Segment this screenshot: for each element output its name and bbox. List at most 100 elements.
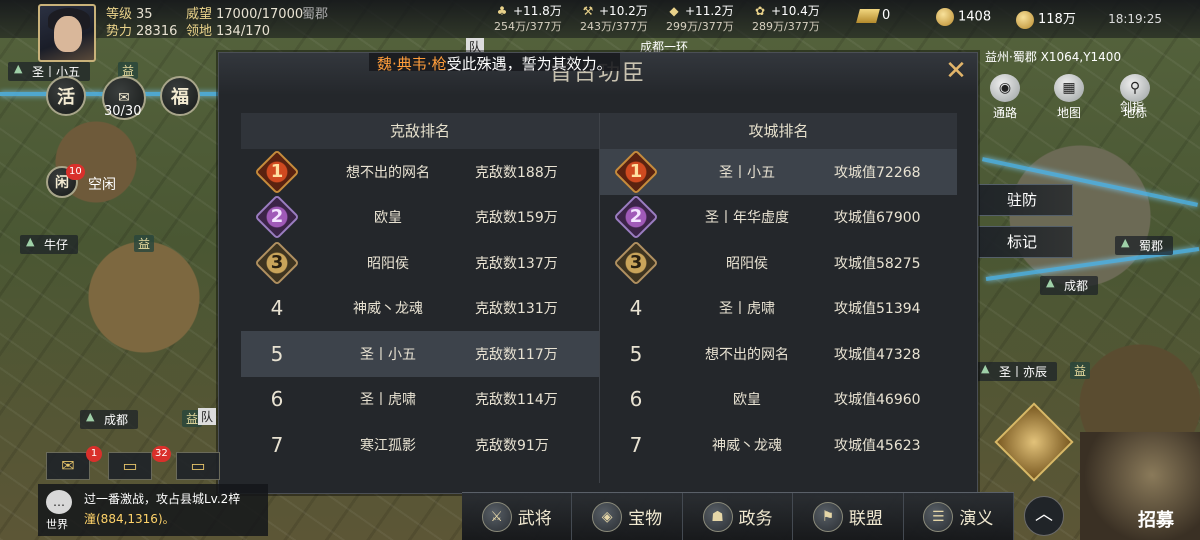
close-icon[interactable]: ✕	[943, 58, 969, 85]
map-label-niuzai[interactable]: 牛仔	[20, 235, 79, 254]
treasure-icon: ◈	[592, 501, 623, 532]
player-name[interactable]: 想不出的网名	[672, 344, 822, 364]
ranking-row[interactable]: 2 圣丨年华虚度 攻城值67900	[600, 194, 957, 241]
player-name[interactable]: 圣丨小五	[672, 162, 822, 182]
nav-general-button[interactable]: ⚔ 武将	[462, 493, 573, 540]
nav-label: 武将	[517, 509, 552, 529]
event-huo-button[interactable]: 活	[46, 76, 86, 116]
score-value: 攻城值46960	[834, 392, 921, 409]
rank-number: 7	[629, 432, 643, 457]
rank-number: 6	[270, 387, 284, 412]
player-power: 势力 28316	[106, 24, 178, 39]
route-button[interactable]: ◉ 通路	[984, 74, 1026, 120]
map-label-player[interactable]: 圣丨小五	[8, 62, 91, 81]
player-name[interactable]: 欧皇	[313, 207, 463, 227]
ranking-row[interactable]: 5 圣丨小五 克敌数117万	[241, 331, 599, 377]
rank-cell: 1	[600, 149, 672, 195]
score-value: 攻城值47328	[834, 346, 921, 363]
player-avatar[interactable]	[38, 4, 96, 62]
resource-iron[interactable]: ⚒ +10.2万 243万/377万	[580, 2, 648, 33]
mail-button[interactable]: ✉	[46, 452, 90, 480]
nav-alliance-button[interactable]: ⚑ 联盟	[793, 493, 904, 540]
affairs-icon: ☗	[702, 501, 733, 532]
ranking-row[interactable]: 6 圣丨虎啸 克敌数114万	[241, 377, 599, 423]
rank-cell: 7	[600, 433, 672, 457]
chat-channel: 世界	[46, 518, 68, 531]
score-value: 克敌数117万	[475, 346, 558, 363]
siege-ranking-header: 攻城排名	[600, 113, 957, 149]
player-name[interactable]: 神威丶龙魂	[672, 435, 822, 455]
resource-grain[interactable]: ✿ +10.4万 289万/377万	[752, 2, 820, 33]
player-name[interactable]: 昭阳侯	[313, 253, 463, 273]
rank-number: 5	[629, 341, 643, 366]
map-label-shujun[interactable]: 蜀郡	[1115, 236, 1174, 255]
mark-button[interactable]: 标记	[978, 226, 1073, 258]
player-name[interactable]: 神威丶龙魂	[313, 298, 463, 318]
ranking-row[interactable]: 4 圣丨虎啸 攻城值51394	[600, 286, 957, 332]
player-name[interactable]: 圣丨虎啸	[313, 389, 463, 409]
rank-cell: 2	[241, 194, 313, 240]
ranking-row[interactable]: 4 神威丶龙魂 克敌数131万	[241, 286, 599, 332]
ranking-row[interactable]: 3 昭阳侯 攻城值58275	[600, 240, 957, 286]
player-name[interactable]: 欧皇	[672, 389, 822, 409]
gold-bar-icon	[856, 8, 880, 23]
ranking-row[interactable]: 7 神威丶龙魂 攻城值45623	[600, 422, 957, 468]
rank-number: 1	[629, 160, 643, 182]
rank-cell: 6	[241, 387, 313, 411]
idle-status-label: 空闲	[88, 177, 116, 193]
rank-number: 4	[270, 296, 284, 321]
resource-stone[interactable]: ◆ +11.2万 299万/377万	[666, 2, 734, 33]
chat-panel[interactable]: … 世界 过一番激战，攻占县城Lv.2梓 潼(884,1316)。	[38, 484, 268, 536]
player-name[interactable]: 想不出的网名	[313, 162, 463, 182]
report-button[interactable]: ▭	[108, 452, 152, 480]
rank-cell: 3	[241, 240, 313, 286]
score-value: 攻城值51394	[834, 301, 921, 318]
player-name[interactable]: 圣丨年华虚度	[672, 207, 822, 227]
garrison-button[interactable]: 驻防	[978, 184, 1073, 216]
ranking-row[interactable]: 3 昭阳侯 克敌数137万	[241, 240, 599, 286]
player-name[interactable]: 寒江孤影	[313, 435, 463, 455]
landmark-button[interactable]: ⚲ 地标	[1114, 74, 1156, 120]
ranking-row[interactable]: 1 想不出的网名 克敌数188万	[241, 149, 599, 195]
rank-1-medal-icon: 1	[254, 149, 300, 195]
player-name[interactable]: 昭阳侯	[672, 253, 822, 273]
rank-2-medal-icon: 2	[613, 194, 659, 240]
nav-story-button[interactable]: ☰ 演义	[904, 493, 1015, 540]
chat-message-link[interactable]: 潼(884,1316)。	[84, 510, 175, 527]
nav-treasure-button[interactable]: ◈ 宝物	[572, 493, 683, 540]
rank-number: 4	[629, 296, 643, 321]
rank-number: 5	[270, 341, 284, 366]
rank-3-medal-icon: 3	[613, 240, 659, 286]
player-name[interactable]: 圣丨小五	[313, 344, 463, 364]
rank-cell: 3	[600, 240, 672, 286]
ranking-row[interactable]: 5 想不出的网名 攻城值47328	[600, 331, 957, 377]
ranking-row[interactable]: 7 寒江孤影 克敌数91万	[241, 422, 599, 468]
recruit-button[interactable]: 招募	[1080, 432, 1200, 540]
currency-jade[interactable]: 1408	[936, 8, 991, 26]
ranking-row[interactable]: 1 圣丨小五 攻城值72268	[600, 149, 957, 195]
nav-label: 宝物	[628, 509, 663, 529]
score-value: 克敌数114万	[475, 392, 558, 409]
map-button[interactable]: ▦ 地图	[1048, 74, 1090, 120]
kill-ranking-header: 克敌排名	[241, 113, 599, 149]
nav-affairs-button[interactable]: ☗ 政务	[683, 493, 794, 540]
ranking-row[interactable]: 2 欧皇 克敌数159万	[241, 194, 599, 241]
rank-1-medal-icon: 1	[613, 149, 659, 195]
quest-button[interactable]: ▭	[176, 452, 220, 480]
team-tag: 队	[198, 408, 217, 425]
announcement-banner: 魏·典韦·枪受此殊遇，誓为其效力。	[369, 53, 620, 73]
chevron-up-icon[interactable]: ︿	[1024, 496, 1064, 536]
currency-gold-bar[interactable]: 0	[856, 8, 890, 23]
map-label-yichen[interactable]: 圣丨亦辰	[975, 362, 1058, 381]
coordinate-readout[interactable]: 益州·蜀郡 X1064,Y1400	[985, 48, 1121, 65]
player-name[interactable]: 圣丨虎啸	[672, 298, 822, 318]
ranking-row[interactable]: 6 欧皇 攻城值46960	[600, 377, 957, 423]
currency-copper[interactable]: 118万	[1016, 8, 1076, 29]
map-label-chengdu[interactable]: 成都	[80, 410, 139, 429]
map-icon: ▦	[1054, 74, 1084, 102]
map-label-chengdu-east[interactable]: 成都	[1040, 276, 1099, 295]
event-fu-button[interactable]: 福	[160, 76, 200, 116]
resource-wood[interactable]: ♣ +11.8万 254万/377万	[494, 2, 562, 33]
mail-badge: 1	[86, 446, 102, 462]
resource-stock: 243万/377万	[580, 20, 648, 33]
